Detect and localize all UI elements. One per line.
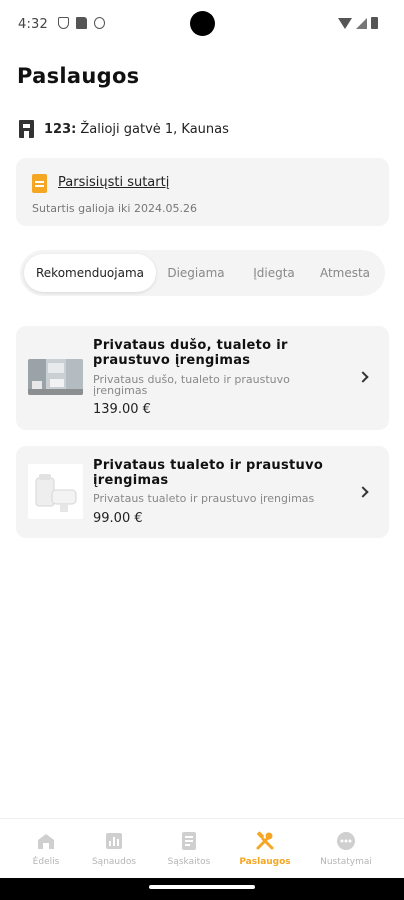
nav-label: Nustatymai [320,857,372,867]
service-price: 99.00 € [93,511,143,526]
wifi-icon [338,18,352,29]
chart-icon [106,833,122,849]
status-bar: 4:32 [0,0,404,48]
nav-item-settings[interactable]: Nustatymai [306,819,386,879]
face-icon [94,17,105,29]
service-card[interactable]: Privataus tualeto ir praustuvo įrengimas… [16,446,389,538]
shield-icon [58,17,69,29]
tab-installed[interactable]: Įdiegta [238,250,310,296]
signal-icon [356,18,367,29]
download-contract-link[interactable]: Parsisiųsti sutartį [58,175,169,190]
status-icons-right [338,17,378,29]
page-title: Paslaugos [17,64,140,88]
tab-recommended[interactable]: Rekomenduojama [24,254,156,292]
gesture-bar[interactable] [0,878,404,900]
invoice-icon [182,832,196,850]
nav-label: Sąnaudos [91,857,137,867]
service-title: Privataus tualeto ir praustuvo įrengimas [93,458,324,488]
battery-icon [371,17,378,29]
contract-valid-text: Sutartis galioja iki 2024.05.26 [32,202,197,215]
address-street: Žalioji gatvė 1, Kaunas [80,121,229,137]
tools-icon [256,831,274,850]
address-row: 123: Žalioji gatvė 1, Kaunas [19,120,229,138]
address-number: 123: [44,121,77,137]
home-icon [38,834,54,849]
camera-cutout [190,11,215,36]
nav-item-consumption[interactable]: Sąnaudos [74,819,154,879]
status-icons-left [58,17,105,29]
document-icon [32,174,47,193]
chevron-right-icon [357,486,369,498]
bathroom-photo [28,359,83,395]
status-tabs: Rekomenduojama Diegiama Įdiegta Atmesta [20,250,385,296]
more-icon [337,832,355,850]
nav-label: Paslaugos [239,857,291,867]
tab-rejected[interactable]: Atmesta [310,250,380,296]
sd-card-icon [76,17,87,29]
service-description: Privataus tualeto ir praustuvo įrengimas [93,492,315,505]
chevron-right-icon [357,371,369,383]
status-time: 4:32 [18,17,48,32]
tab-installing[interactable]: Diegiama [160,250,232,296]
service-title: Privataus dušo, tualeto ir praustuvo įre… [93,338,288,368]
service-card[interactable]: Privataus dušo, tualeto ir praustuvo įre… [16,326,389,430]
building-icon [19,120,34,138]
bottom-nav: Ėdelis Sąnaudos Sąskaitos Paslaugos Nust… [0,818,404,878]
toilet-sink-photo [28,464,83,519]
service-description: Privataus dušo, tualeto ir praustuvo įre… [93,373,290,397]
nav-item-invoices[interactable]: Sąskaitos [149,819,229,879]
nav-item-services[interactable]: Paslaugos [225,819,305,879]
contract-card: Parsisiųsti sutartį Sutartis galioja iki… [16,158,389,226]
nav-label: Sąskaitos [167,857,211,867]
service-price: 139.00 € [93,402,151,417]
